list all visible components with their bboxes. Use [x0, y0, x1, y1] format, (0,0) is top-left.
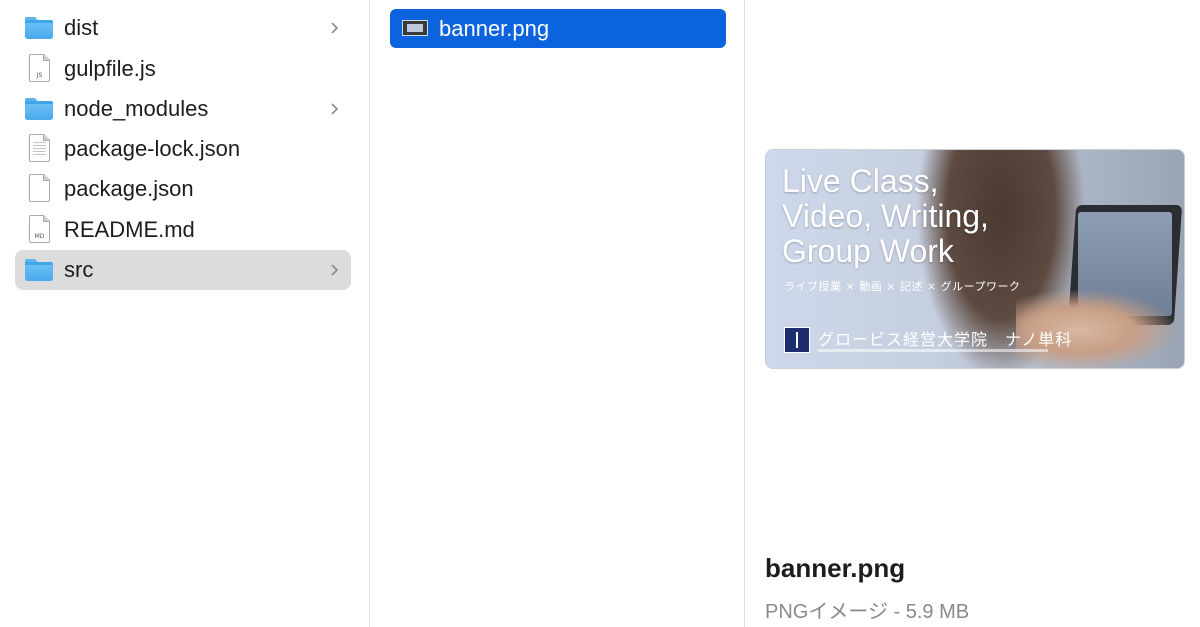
- preview-file-kind: PNGイメージ - 5.9 MB: [765, 601, 970, 623]
- item-label: README.md: [64, 217, 195, 242]
- preview-file-name: banner.png: [765, 553, 906, 583]
- banner-school-name: グロービス経営大学院 ナノ単科: [818, 330, 1073, 349]
- file-column: banner.png: [371, 0, 745, 627]
- school-logo-icon: [784, 327, 810, 353]
- banner-school-subtext: [818, 349, 1048, 352]
- file-tag: MD: [34, 233, 45, 240]
- list-item-package-json[interactable]: package.json: [15, 169, 351, 209]
- text-file-icon: [25, 174, 55, 202]
- banner-headline: Live Class, Video, Writing, Group Work: [782, 163, 989, 269]
- banner-tagline: ライブ授業 × 動画 × 記述 × グループワーク: [784, 280, 1021, 293]
- list-item-dist[interactable]: dist: [15, 8, 351, 48]
- list-item-src[interactable]: src: [15, 250, 351, 290]
- item-label: banner.png: [439, 16, 550, 41]
- chevron-right-icon: [331, 103, 339, 115]
- list-item-node-modules[interactable]: node_modules: [15, 89, 351, 129]
- list-item-package-lock[interactable]: package-lock.json: [15, 129, 351, 169]
- image-file-icon: [402, 20, 428, 36]
- chevron-right-icon: [331, 264, 339, 276]
- item-label: src: [64, 257, 94, 282]
- js-file-icon: JS: [25, 54, 55, 82]
- folder-icon: [25, 96, 55, 122]
- item-label: dist: [64, 15, 99, 40]
- folder-column: dist JS gulpfile.js node_modules package…: [0, 0, 370, 627]
- item-label: node_modules: [64, 96, 209, 121]
- chevron-right-icon: [331, 22, 339, 34]
- list-item-gulpfile[interactable]: JS gulpfile.js: [15, 49, 351, 89]
- folder-icon: [25, 15, 55, 41]
- text-file-icon: [25, 134, 55, 162]
- item-label: package.json: [64, 176, 194, 201]
- list-item-readme[interactable]: MD README.md: [15, 210, 351, 250]
- item-label: package-lock.json: [64, 136, 241, 161]
- list-item-banner-png[interactable]: banner.png: [390, 9, 726, 48]
- item-label: gulpfile.js: [64, 56, 156, 81]
- image-preview[interactable]: Live Class, Video, Writing, Group Work ラ…: [765, 149, 1185, 369]
- file-tag: JS: [36, 72, 43, 79]
- folder-icon: [25, 257, 55, 283]
- md-file-icon: MD: [25, 215, 55, 243]
- preview-pane: Live Class, Video, Writing, Group Work ラ…: [746, 0, 1200, 627]
